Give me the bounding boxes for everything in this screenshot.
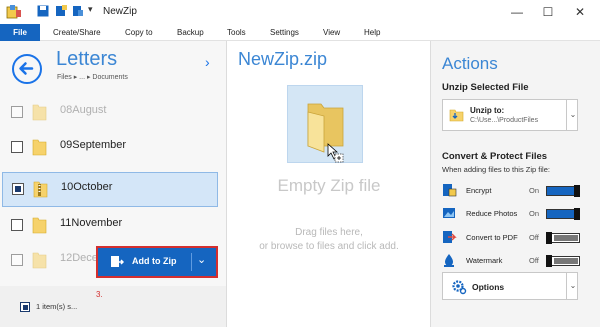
row-label: 08August: [60, 104, 107, 116]
open-zip-icon[interactable]: [72, 5, 84, 17]
new-zip-icon[interactable]: [55, 5, 67, 17]
selection-footer: 1 item(s) s... 3.: [0, 286, 226, 327]
row-label: 09September: [60, 139, 127, 151]
actions-title: Actions: [442, 54, 498, 73]
zip-file-title: NewZip.zip: [238, 49, 328, 69]
option-label: Encrypt: [466, 186, 492, 195]
menu-settings[interactable]: Settings: [270, 24, 299, 41]
row-label: 10October: [61, 181, 113, 193]
drag-hint-line2: or browse to files and click add.: [259, 241, 399, 252]
row-checkbox[interactable]: [11, 254, 23, 266]
selection-status: 1 item(s) s...: [36, 302, 78, 311]
folder-icon: [32, 139, 47, 156]
add-to-zip-label: Add to Zip: [132, 256, 177, 266]
chevron-down-icon[interactable]: ⌄: [566, 273, 579, 299]
breadcrumb[interactable]: Files ▸ ... ▸ Documents: [57, 73, 128, 81]
pdf-icon: [443, 231, 457, 243]
window-title: NewZip: [103, 6, 137, 17]
convert-subtitle: When adding files to this Zip file:: [442, 165, 550, 174]
add-to-zip-highlight: Add to Zip ⌄: [96, 246, 218, 278]
option-label: Reduce Photos: [466, 209, 518, 218]
zip-content-pane[interactable]: NewZip.zip Empty Zip file Drag files her…: [228, 41, 430, 327]
menu-tools[interactable]: Tools: [227, 24, 246, 41]
drag-files-hint: Drag files here, or browse to files and …: [228, 226, 430, 254]
unzip-section-title: Unzip Selected File: [442, 82, 529, 93]
encrypt-toggle[interactable]: [546, 185, 580, 197]
menu-view[interactable]: View: [323, 24, 340, 41]
folder-icon: [32, 104, 47, 121]
option-state: Off: [529, 256, 539, 265]
convert-section-title: Convert & Protect Files: [442, 151, 548, 162]
chevron-down-icon[interactable]: ⌄: [566, 100, 579, 130]
menu-bar: File Create/Share Copy to Backup Tools S…: [0, 24, 600, 41]
unzip-destination-path: C:\Use...\ProductFiles: [470, 117, 539, 124]
row-checkbox[interactable]: [11, 106, 23, 118]
drag-hint-line1: Drag files here,: [295, 227, 363, 238]
option-state: On: [529, 209, 540, 218]
menu-help[interactable]: Help: [364, 24, 380, 41]
menu-backup[interactable]: Backup: [177, 24, 204, 41]
option-state: Off: [529, 233, 539, 242]
photo-icon: [443, 208, 455, 218]
row-checkbox[interactable]: [11, 219, 23, 231]
unzip-to-label: Unzip to:: [470, 106, 505, 115]
gear-icon: [452, 280, 467, 295]
step-number: 3.: [96, 290, 103, 299]
menu-file[interactable]: File: [0, 24, 40, 41]
open-folder-icon: [307, 103, 344, 163]
button-divider: [191, 253, 192, 271]
reduce-photos-toggle[interactable]: [546, 208, 580, 220]
empty-zip-message: Empty Zip file: [277, 176, 381, 195]
minimize-button[interactable]: —: [503, 2, 531, 22]
save-icon[interactable]: [37, 5, 49, 17]
title-bar: ▾ NewZip — ☐ ✕: [0, 0, 600, 24]
unzip-folder-icon: [449, 109, 464, 122]
chevron-down-icon[interactable]: ⌄: [197, 253, 206, 266]
watermark-icon: [444, 254, 454, 267]
app-logo-icon: [6, 5, 21, 19]
folder-icon: [32, 217, 47, 234]
options-label: Options: [472, 282, 505, 292]
arrow-left-icon: [19, 62, 34, 75]
zip-folder-tile: [287, 85, 363, 163]
quick-access-dropdown-icon[interactable]: ▾: [88, 4, 93, 15]
close-button[interactable]: ✕: [566, 2, 594, 22]
select-all-checkbox[interactable]: [20, 302, 30, 312]
option-reduce-photos[interactable]: Reduce Photos On: [442, 206, 592, 222]
folder-title: Letters: [56, 48, 118, 70]
add-files-icon: [111, 256, 124, 267]
chevron-right-icon[interactable]: ›: [205, 54, 210, 70]
zip-folder-icon: [33, 181, 48, 198]
option-label: Convert to PDF: [466, 233, 518, 242]
option-convert-to-pdf[interactable]: Convert to PDF Off: [442, 230, 592, 246]
option-watermark[interactable]: Watermark Off: [442, 253, 592, 269]
option-label: Watermark: [466, 256, 503, 265]
add-to-zip-button[interactable]: Add to Zip ⌄: [100, 250, 214, 274]
file-row-09september[interactable]: 09September: [0, 130, 218, 165]
folder-icon: [32, 252, 47, 269]
shield-lock-icon: [443, 184, 457, 197]
options-button[interactable]: Options ⌄: [442, 272, 578, 300]
file-row-11november[interactable]: 11November: [0, 208, 218, 243]
maximize-button[interactable]: ☐: [534, 2, 562, 22]
menu-create-share[interactable]: Create/Share: [53, 24, 101, 41]
file-row-08august[interactable]: 08August: [0, 95, 218, 130]
convert-pdf-toggle[interactable]: [546, 232, 580, 244]
option-encrypt[interactable]: Encrypt On: [442, 183, 592, 199]
actions-pane: Actions Unzip Selected File Unzip to: C:…: [430, 41, 600, 327]
unzip-to-button[interactable]: Unzip to: C:\Use...\ProductFiles ⌄: [442, 99, 578, 131]
row-label: 11November: [60, 217, 123, 229]
watermark-toggle[interactable]: [546, 255, 580, 267]
file-row-10october[interactable]: 10October: [2, 172, 218, 207]
option-state: On: [529, 186, 540, 195]
row-checkbox[interactable]: [11, 141, 23, 153]
menu-copy-to[interactable]: Copy to: [125, 24, 153, 41]
file-browser-pane: Letters Files ▸ ... ▸ Documents › 08Augu…: [0, 41, 227, 327]
row-checkbox-checked[interactable]: [12, 183, 24, 195]
back-button[interactable]: [12, 54, 42, 84]
